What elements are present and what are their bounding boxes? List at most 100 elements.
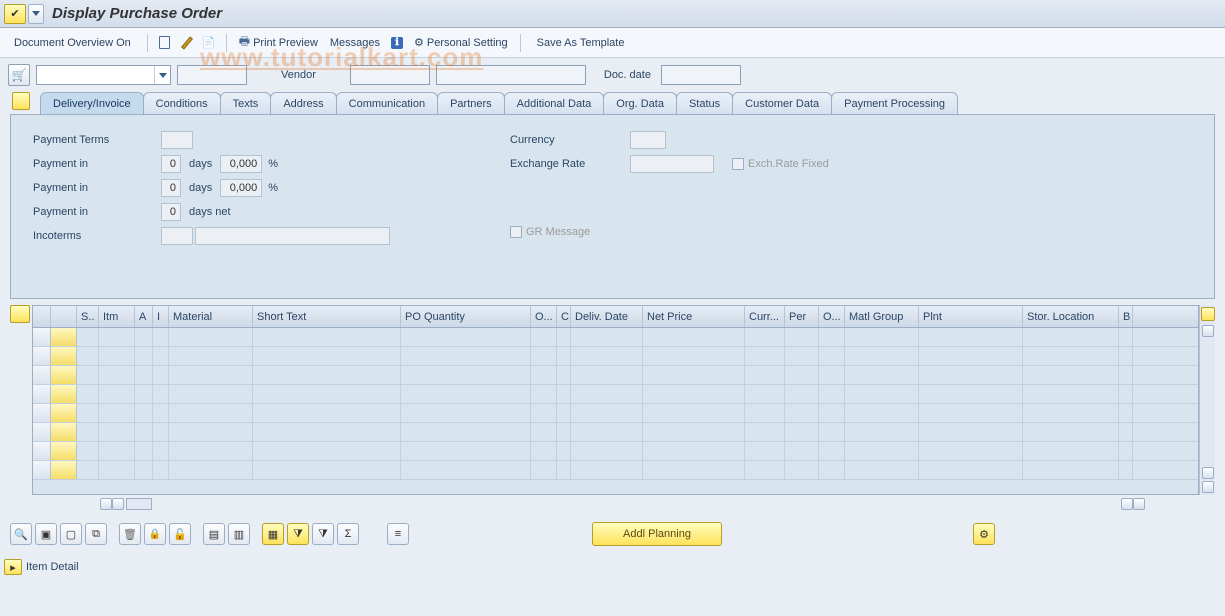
messages-button[interactable]: Messages <box>326 37 384 49</box>
unlock-button[interactable]: 🔓 <box>169 523 191 545</box>
column-header-o2[interactable]: O... <box>819 306 845 327</box>
change-icon[interactable] <box>178 34 196 52</box>
collapse-button[interactable]: ▥ <box>228 523 250 545</box>
filter-1-button[interactable]: ▦ <box>262 523 284 545</box>
column-header-per[interactable]: Per <box>785 306 819 327</box>
sum-button[interactable]: Σ <box>337 523 359 545</box>
detail-icon-button[interactable] <box>10 523 32 545</box>
column-header-c[interactable]: C <box>557 306 571 327</box>
table-row[interactable] <box>33 442 1198 461</box>
deselect-all-button[interactable]: ▢ <box>60 523 82 545</box>
column-header-deliv[interactable]: Deliv. Date <box>571 306 643 327</box>
payment-1-pct-field[interactable]: 0,000 <box>220 155 262 173</box>
item-detail-label: Item Detail <box>26 561 79 573</box>
app-menu-dropdown[interactable] <box>28 4 44 24</box>
create-icon[interactable] <box>156 34 174 52</box>
vendor-name-field[interactable] <box>436 65 586 85</box>
vendor-code-field[interactable] <box>350 65 430 85</box>
column-header-storloc[interactable]: Stor. Location <box>1023 306 1119 327</box>
scroll-down2-button[interactable] <box>1202 481 1214 493</box>
tab-org-data[interactable]: Org. Data <box>603 92 677 114</box>
scroll-right-end-button[interactable] <box>1133 498 1145 510</box>
tab-partners[interactable]: Partners <box>437 92 505 114</box>
table-row[interactable] <box>33 328 1198 347</box>
delete-button[interactable] <box>119 523 141 545</box>
scroll-down-button[interactable] <box>1202 467 1214 479</box>
column-header-a[interactable]: A <box>135 306 153 327</box>
lock-button[interactable] <box>144 523 166 545</box>
table-row[interactable] <box>33 423 1198 442</box>
payment-terms-field[interactable] <box>161 131 193 149</box>
addl-planning-button[interactable]: Addl Planning <box>592 522 722 546</box>
column-header-plnt[interactable]: Plnt <box>919 306 1023 327</box>
grid-horizontal-scrollbar[interactable] <box>0 495 1225 513</box>
column-header-itm[interactable]: Itm <box>99 306 135 327</box>
table-row[interactable] <box>33 385 1198 404</box>
scroll-up-button[interactable] <box>1202 325 1214 337</box>
scroll-track[interactable] <box>126 498 152 510</box>
document-overview-button[interactable]: Document Overview On <box>6 34 139 52</box>
column-header-b[interactable]: B <box>1119 306 1133 327</box>
scroll-left-button[interactable] <box>100 498 112 510</box>
other-po-icon[interactable]: 📄 <box>200 34 218 52</box>
exch-rate-fixed-checkbox[interactable] <box>732 158 744 170</box>
tab-delivery-invoice[interactable]: Delivery/Invoice <box>40 92 144 114</box>
collapse-items-icon[interactable] <box>10 305 30 323</box>
payment-3-days-field[interactable]: 0 <box>161 203 181 221</box>
scroll-left-end-button[interactable] <box>1121 498 1133 510</box>
exchange-rate-field[interactable] <box>630 155 714 173</box>
save-as-template-button[interactable]: Save As Template <box>529 34 633 52</box>
tab-address[interactable]: Address <box>270 92 336 114</box>
payment-1-days-field[interactable]: 0 <box>161 155 181 173</box>
tab-additional-data[interactable]: Additional Data <box>504 92 605 114</box>
table-row[interactable] <box>33 404 1198 423</box>
doc-type-dropdown[interactable] <box>36 65 171 85</box>
column-header-i[interactable]: I <box>153 306 169 327</box>
column-header-matlgrp[interactable]: Matl Group <box>845 306 919 327</box>
tab-customer-data[interactable]: Customer Data <box>732 92 832 114</box>
tab-texts[interactable]: Texts <box>220 92 272 114</box>
info-icon[interactable] <box>388 34 406 52</box>
cart-icon[interactable] <box>8 64 30 86</box>
default-values-button[interactable]: ≡ <box>387 523 409 545</box>
incoterms-text-field[interactable] <box>195 227 390 245</box>
personal-setting-button[interactable]: ⚙ Personal Setting <box>410 36 512 49</box>
table-row[interactable] <box>33 366 1198 385</box>
table-row[interactable] <box>33 347 1198 366</box>
column-header-yellow[interactable] <box>51 306 77 327</box>
column-header-s[interactable]: S.. <box>77 306 99 327</box>
scroll-right-button[interactable] <box>112 498 124 510</box>
payment-2-days-field[interactable]: 0 <box>161 179 181 197</box>
collapse-header-icon[interactable] <box>12 92 30 110</box>
column-header-rowsel[interactable] <box>33 306 51 327</box>
sort-button[interactable]: ⧩ <box>312 523 334 545</box>
config-icon-button[interactable]: ⚙ <box>973 523 995 545</box>
table-row[interactable] <box>33 461 1198 480</box>
po-number-field[interactable] <box>177 65 247 85</box>
tab-conditions[interactable]: Conditions <box>143 92 221 114</box>
column-header-curr[interactable]: Curr... <box>745 306 785 327</box>
grid-settings-icon[interactable] <box>1201 307 1215 321</box>
doc-date-field[interactable] <box>661 65 741 85</box>
print-preview-button[interactable]: Print Preview <box>235 32 322 53</box>
tab-payment-processing[interactable]: Payment Processing <box>831 92 958 114</box>
column-header-o1[interactable]: O... <box>531 306 557 327</box>
grid-vertical-scrollbar[interactable] <box>1199 305 1215 495</box>
addl-planning-label: Addl Planning <box>623 528 691 540</box>
gr-message-checkbox[interactable] <box>510 226 522 238</box>
payment-2-pct-field[interactable]: 0,000 <box>220 179 262 197</box>
tab-communication[interactable]: Communication <box>336 92 438 114</box>
days-net-label: days net <box>181 206 239 218</box>
copy-button[interactable]: ⧉ <box>85 523 107 545</box>
incoterms-code-field[interactable] <box>161 227 193 245</box>
filter-2-button[interactable]: ⧩ <box>287 523 309 545</box>
tab-status[interactable]: Status <box>676 92 733 114</box>
column-header-poqty[interactable]: PO Quantity <box>401 306 531 327</box>
expand-button[interactable]: ▤ <box>203 523 225 545</box>
column-header-short[interactable]: Short Text <box>253 306 401 327</box>
select-all-button[interactable]: ▣ <box>35 523 57 545</box>
item-detail-toggle[interactable]: ▸ Item Detail <box>4 559 1221 575</box>
currency-field[interactable] <box>630 131 666 149</box>
column-header-netprice[interactable]: Net Price <box>643 306 745 327</box>
column-header-material[interactable]: Material <box>169 306 253 327</box>
